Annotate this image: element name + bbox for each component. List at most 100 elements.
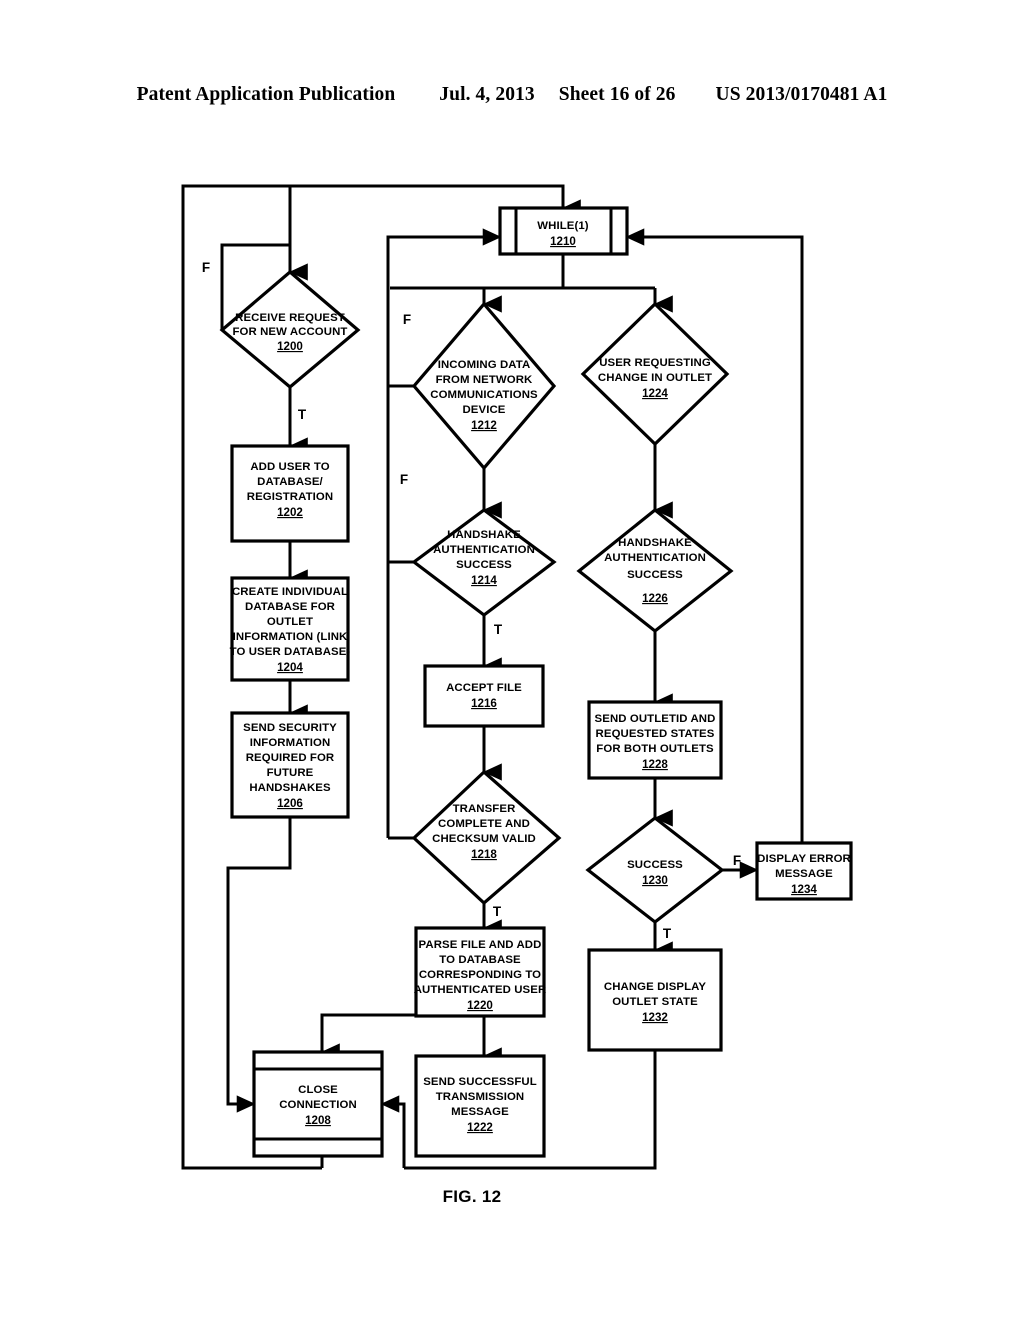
node-1204-line-4: TO USER DATABASE) <box>230 646 351 658</box>
node-1230[interactable]: SUCCESS 1230 <box>585 815 725 925</box>
branch-label-t-1200: T <box>298 407 307 422</box>
node-1232-ref: 1232 <box>642 1011 668 1024</box>
node-1208-line-1: CONNECTION <box>279 1099 357 1111</box>
branch-label-f-1200: F <box>202 260 210 275</box>
node-1218-line-2: CHECKSUM VALID <box>432 833 536 845</box>
node-1220-line-2: CORRESPONDING TO <box>419 969 541 981</box>
node-1202[interactable]: ADD USER TO DATABASE/ REGISTRATION 1202 <box>230 444 350 543</box>
node-1210[interactable]: WHILE(1) 1210 <box>498 206 629 256</box>
node-1204-line-1: DATABASE FOR <box>245 601 335 613</box>
node-1234-ref: 1234 <box>791 883 817 896</box>
branch-label-t-1218: T <box>493 904 502 919</box>
node-1224[interactable]: USER REQUESTING CHANGE IN OUTLET 1224 <box>580 301 730 447</box>
node-1206-line-3: FUTURE <box>267 767 314 779</box>
node-1222-ref: 1222 <box>467 1121 493 1134</box>
node-1202-line-2: REGISTRATION <box>247 491 333 503</box>
node-1212-line-2: COMMUNICATIONS <box>430 389 538 401</box>
node-1212-line-3: DEVICE <box>462 404 505 416</box>
node-1230-ref: 1230 <box>642 874 668 887</box>
conn-bottom-rail-to-1208 <box>380 1095 406 1168</box>
node-1212-line-1: FROM NETWORK <box>436 374 533 386</box>
node-1214-line-2: SUCCESS <box>456 559 512 571</box>
node-1220-line-0: PARSE FILE AND ADD <box>419 939 542 951</box>
node-1228-line-1: REQUESTED STATES <box>596 728 715 740</box>
node-1206-line-4: HANDSHAKES <box>249 782 331 794</box>
node-1214-line-0: HANDSHAKE <box>447 529 521 541</box>
conn-1222-to-1208-top <box>320 1013 416 1061</box>
node-1226-line-1: AUTHENTICATION <box>604 552 706 564</box>
node-1222-line-1: TRANSMISSION <box>436 1091 525 1103</box>
node-1208-line-0: CLOSE <box>298 1084 338 1096</box>
figure-12-flowchart: RECEIVE REQUEST FOR NEW ACCOUNT 1200 ADD… <box>0 0 1024 1320</box>
node-1204-line-0: CREATE INDIVIDUAL <box>232 586 348 598</box>
node-1218-ref: 1218 <box>471 848 497 861</box>
node-1200[interactable]: RECEIVE REQUEST FOR NEW ACCOUNT 1200 <box>219 269 361 390</box>
node-1204-ref: 1204 <box>277 661 303 674</box>
conn-top-rail-to-while <box>290 184 581 217</box>
node-1218-line-1: COMPLETE AND <box>438 818 530 830</box>
node-1228-line-0: SEND OUTLETID AND <box>595 713 716 725</box>
node-1232-line-0: CHANGE DISPLAY <box>604 981 707 993</box>
node-1228-line-2: FOR BOTH OUTLETS <box>596 743 714 755</box>
branch-label-t-1214: T <box>494 622 503 637</box>
node-1202-line-1: DATABASE/ <box>257 476 323 488</box>
node-1206-line-0: SEND SECURITY <box>243 722 337 734</box>
node-1220-line-1: TO DATABASE <box>439 954 521 966</box>
node-1222-line-2: MESSAGE <box>451 1106 509 1118</box>
figure-caption: FIG. 12 <box>443 1187 502 1206</box>
node-1204-line-3: INFORMATION (LINK <box>233 631 348 643</box>
node-1216-ref: 1216 <box>471 697 497 710</box>
node-1232[interactable]: CHANGE DISPLAY OUTLET STATE 1232 <box>587 948 723 1052</box>
node-1210-ref: 1210 <box>550 235 576 248</box>
node-1224-line-1: CHANGE IN OUTLET <box>598 372 712 384</box>
node-1206[interactable]: SEND SECURITY INFORMATION REQUIRED FOR F… <box>230 711 350 819</box>
node-1226[interactable]: HANDSHAKE AUTHENTICATION SUCCESS 1226 <box>576 507 734 634</box>
node-1214-ref: 1214 <box>471 574 497 587</box>
node-1234-line-0: DISPLAY ERROR <box>757 853 851 865</box>
flowchart-svg: RECEIVE REQUEST FOR NEW ACCOUNT 1200 ADD… <box>181 184 853 1206</box>
node-1214[interactable]: HANDSHAKE AUTHENTICATION SUCCESS 1214 <box>411 508 557 618</box>
node-1230-line-0: SUCCESS <box>627 859 683 871</box>
node-1224-ref: 1224 <box>642 387 668 400</box>
node-1206-line-1: INFORMATION <box>250 737 331 749</box>
node-1220-ref: 1220 <box>467 999 493 1012</box>
node-1228[interactable]: SEND OUTLETID AND REQUESTED STATES FOR B… <box>587 700 723 780</box>
node-1206-ref: 1206 <box>277 797 303 810</box>
node-1200-ref: 1200 <box>277 340 303 353</box>
node-1226-line-2: SUCCESS <box>627 569 683 581</box>
node-1234-line-1: MESSAGE <box>775 868 833 880</box>
node-1214-line-1: AUTHENTICATION <box>433 544 535 556</box>
node-1204[interactable]: CREATE INDIVIDUAL DATABASE FOR OUTLET IN… <box>230 576 351 682</box>
process-shape <box>423 664 545 728</box>
node-1200-line-1: FOR NEW ACCOUNT <box>233 326 348 338</box>
node-1202-line-0: ADD USER TO <box>250 461 329 473</box>
node-1212-ref: 1212 <box>471 419 497 432</box>
conn-while-split-bar <box>390 254 565 290</box>
node-1208-ref: 1208 <box>305 1114 331 1127</box>
node-1218-line-0: TRANSFER <box>453 803 516 815</box>
branch-label-f-1230: F <box>733 853 741 868</box>
node-1212-line-0: INCOMING DATA <box>438 359 531 371</box>
node-1216[interactable]: ACCEPT FILE 1216 <box>423 664 545 728</box>
branch-label-t-1230: T <box>663 926 672 941</box>
node-1222[interactable]: SEND SUCCESSFUL TRANSMISSION MESSAGE 122… <box>414 1054 546 1158</box>
node-1228-ref: 1228 <box>642 758 668 771</box>
node-1232-line-1: OUTLET STATE <box>612 996 698 1008</box>
node-1226-ref: 1226 <box>642 592 668 605</box>
node-1220[interactable]: PARSE FILE AND ADD TO DATABASE CORRESPON… <box>414 926 547 1018</box>
node-1218[interactable]: TRANSFER COMPLETE AND CHECKSUM VALID 121… <box>411 769 562 906</box>
node-1226-line-0: HANDSHAKE <box>618 537 692 549</box>
node-1204-line-2: OUTLET <box>267 616 313 628</box>
node-1220-line-3: AUTHENTICATED USER <box>414 984 547 996</box>
node-1200-line-0: RECEIVE REQUEST <box>235 312 345 324</box>
node-1212[interactable]: INCOMING DATA FROM NETWORK COMMUNICATION… <box>411 301 557 471</box>
decision-shape <box>411 301 557 471</box>
node-1210-line-0: WHILE(1) <box>537 220 589 232</box>
node-1202-ref: 1202 <box>277 506 303 519</box>
node-1234[interactable]: DISPLAY ERROR MESSAGE 1234 <box>755 841 853 901</box>
node-1206-line-2: REQUIRED FOR <box>246 752 335 764</box>
branch-label-f-1212: F <box>403 312 411 327</box>
node-1208[interactable]: CLOSE CONNECTION 1208 <box>252 1050 384 1158</box>
node-1216-line-0: ACCEPT FILE <box>446 682 522 694</box>
node-1224-line-0: USER REQUESTING <box>599 357 711 369</box>
